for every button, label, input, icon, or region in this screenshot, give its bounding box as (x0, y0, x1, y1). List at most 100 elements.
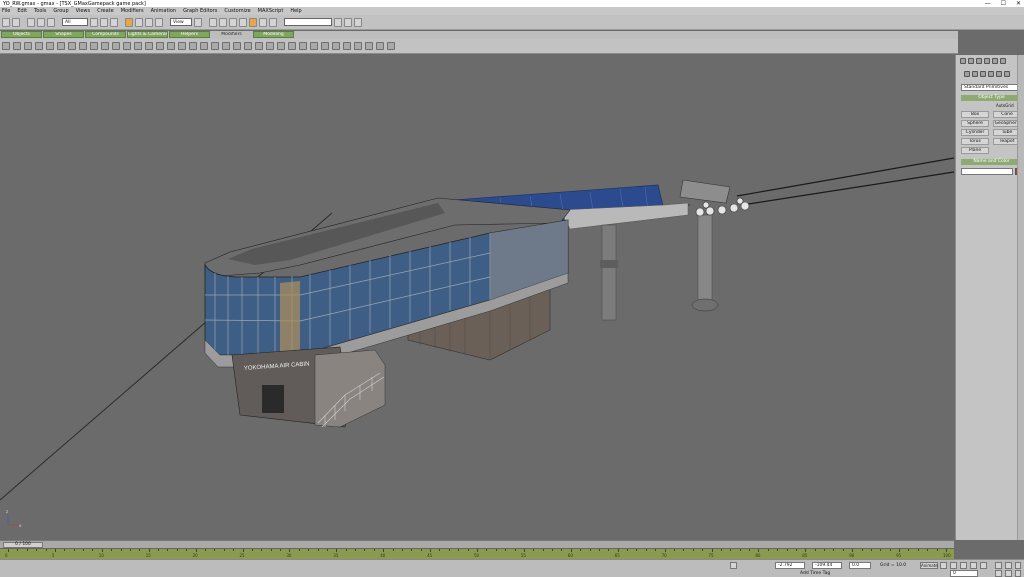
modifier-tool-icon[interactable] (79, 42, 87, 50)
geometry-icon[interactable] (964, 71, 970, 77)
shapes-icon[interactable] (972, 71, 978, 77)
field-of-view-icon[interactable] (1005, 570, 1012, 577)
animate-button[interactable]: Animate (920, 562, 938, 569)
material-editor-icon[interactable] (334, 17, 342, 27)
modifier-tool-icon[interactable] (101, 42, 109, 50)
unlink-icon[interactable] (37, 17, 45, 27)
tab-objects[interactable]: Objects (1, 31, 42, 38)
modifier-tool-icon[interactable] (387, 42, 395, 50)
create-panel-icon[interactable] (960, 58, 966, 64)
menu-graph-editors[interactable]: Graph Editors (183, 8, 217, 14)
zoom-icon[interactable] (995, 562, 1002, 569)
object-name-input[interactable] (961, 168, 1013, 175)
modifier-tool-icon[interactable] (167, 42, 175, 50)
modifier-tool-icon[interactable] (24, 42, 32, 50)
go-to-start-icon[interactable] (940, 562, 947, 569)
modifier-tool-icon[interactable] (200, 42, 208, 50)
tab-lights-cameras[interactable]: Lights & Cameras (127, 31, 168, 38)
modifier-tool-icon[interactable] (332, 42, 340, 50)
y-coordinate-field[interactable]: -109.44 (812, 562, 842, 569)
previous-frame-icon[interactable] (950, 562, 957, 569)
modifier-tool-icon[interactable] (13, 42, 21, 50)
menu-edit[interactable]: Edit (17, 8, 27, 14)
named-selection-sets-dropdown[interactable] (284, 18, 332, 26)
modifier-tool-icon[interactable] (90, 42, 98, 50)
modifier-tool-icon[interactable] (310, 42, 318, 50)
modifier-tool-icon[interactable] (134, 42, 142, 50)
modifier-tool-icon[interactable] (57, 42, 65, 50)
maximize-button[interactable]: ☐ (1001, 0, 1006, 7)
select-link-icon[interactable] (27, 17, 35, 27)
modifier-tool-icon[interactable] (244, 42, 252, 50)
display-panel-icon[interactable] (992, 58, 998, 64)
tab-shapes[interactable]: Shapes (43, 31, 84, 38)
hierarchy-panel-icon[interactable] (976, 58, 982, 64)
modifier-tool-icon[interactable] (2, 42, 10, 50)
command-panel-scrollbar[interactable] (1017, 55, 1024, 540)
motion-panel-icon[interactable] (984, 58, 990, 64)
mirror-icon[interactable] (259, 17, 267, 27)
reference-coordinate-dropdown[interactable]: View (170, 18, 192, 26)
object-type-rollout[interactable]: Object Type (961, 95, 1022, 101)
menu-create[interactable]: Create (97, 8, 114, 14)
current-frame-field[interactable]: 0 (950, 570, 978, 577)
modifier-tool-icon[interactable] (211, 42, 219, 50)
add-time-tag[interactable]: Add Time Tag (800, 571, 830, 576)
menu-tools[interactable]: Tools (34, 8, 46, 14)
autogrid-checkbox[interactable]: AutoGrid (996, 103, 1014, 108)
lights-icon[interactable] (980, 71, 986, 77)
move-icon[interactable] (125, 17, 133, 27)
menu-help[interactable]: Help (290, 8, 301, 14)
render-icon[interactable] (344, 17, 352, 27)
modifier-tool-icon[interactable] (112, 42, 120, 50)
tab-compounds[interactable]: Compounds (85, 31, 126, 38)
helpers-icon[interactable] (996, 71, 1002, 77)
spinner-snap-icon[interactable] (249, 17, 257, 27)
menu-modifiers[interactable]: Modifiers (121, 8, 144, 14)
tab-modifiers[interactable]: Modifiers (211, 31, 252, 38)
cameras-icon[interactable] (988, 71, 994, 77)
modifier-tool-icon[interactable] (233, 42, 241, 50)
modifier-tool-icon[interactable] (123, 42, 131, 50)
close-button[interactable]: ✕ (1016, 0, 1021, 7)
menu-animation[interactable]: Animation (151, 8, 177, 14)
arc-rotate-icon[interactable] (1015, 562, 1021, 569)
tab-modeling[interactable]: Modeling (253, 31, 294, 38)
menu-maxscript[interactable]: MAXScript (258, 8, 284, 14)
undo-icon[interactable] (2, 17, 10, 27)
go-to-end-icon[interactable] (980, 562, 987, 569)
modifier-tool-icon[interactable] (46, 42, 54, 50)
angle-snap-icon[interactable] (229, 17, 237, 27)
pan-icon[interactable] (1005, 562, 1012, 569)
modifier-tool-icon[interactable] (343, 42, 351, 50)
utilities-panel-icon[interactable] (1000, 58, 1006, 64)
cylinder-button[interactable]: Cylinder (961, 129, 989, 136)
modifier-tool-icon[interactable] (277, 42, 285, 50)
modifier-tool-icon[interactable] (68, 42, 76, 50)
bind-space-warp-icon[interactable] (47, 17, 55, 27)
modifier-tool-icon[interactable] (222, 42, 230, 50)
minimize-button[interactable]: — (985, 0, 991, 7)
modifier-tool-icon[interactable] (288, 42, 296, 50)
scale-icon[interactable] (145, 17, 153, 27)
modifier-tool-icon[interactable] (365, 42, 373, 50)
modifier-tool-icon[interactable] (354, 42, 362, 50)
use-pivot-center-icon[interactable] (194, 17, 202, 27)
play-icon[interactable] (960, 562, 967, 569)
x-coordinate-field[interactable]: -2.792 (775, 562, 805, 569)
menu-group[interactable]: Group (53, 8, 68, 14)
modifier-tool-icon[interactable] (299, 42, 307, 50)
menu-customize[interactable]: Customize (224, 8, 250, 14)
snap-toggle-icon[interactable] (219, 17, 227, 27)
modifier-tool-icon[interactable] (266, 42, 274, 50)
percent-snap-icon[interactable] (239, 17, 247, 27)
select-by-name-icon[interactable] (100, 17, 108, 27)
name-and-color-rollout[interactable]: Name and Color (961, 159, 1022, 165)
modifier-tool-icon[interactable] (376, 42, 384, 50)
track-bar[interactable]: 0 5 10 15 20 25 30 35 40 45 50 55 60 65 70 75 80 85 90 95 10… (0, 548, 954, 559)
modifier-tool-icon[interactable] (145, 42, 153, 50)
select-manipulate-icon[interactable] (209, 17, 217, 27)
z-coordinate-field[interactable]: 0.0 (849, 562, 871, 569)
tab-helpers[interactable]: Helpers (169, 31, 210, 38)
modifier-tool-icon[interactable] (178, 42, 186, 50)
